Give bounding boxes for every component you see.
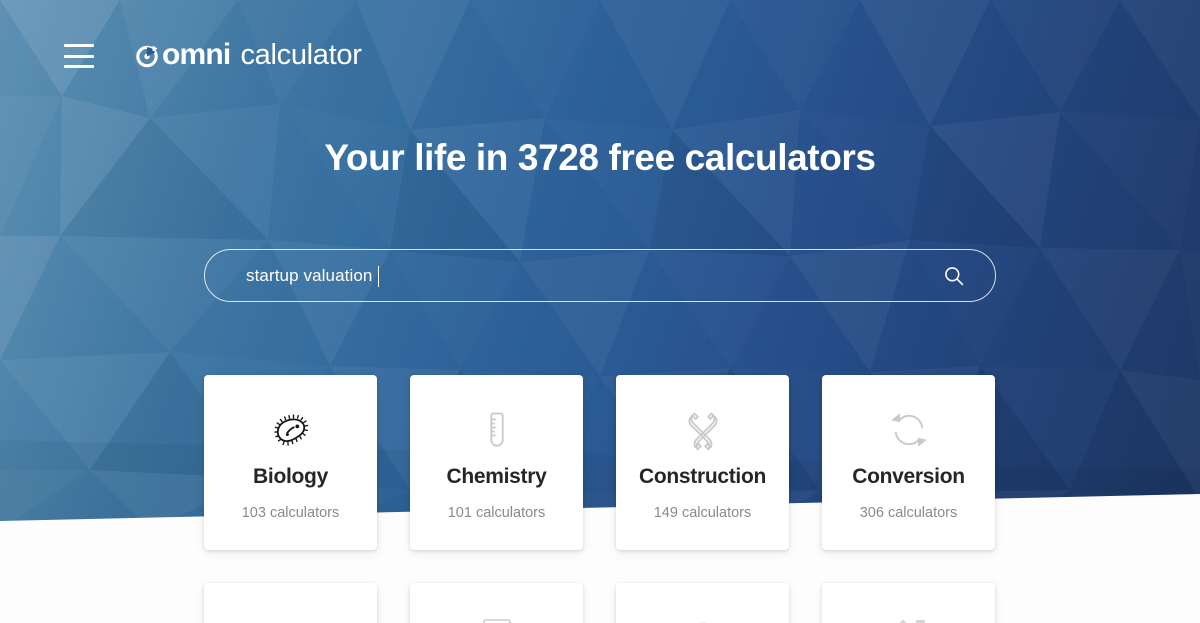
category-title: Conversion xyxy=(852,465,965,488)
brand-logo[interactable]: omni calculator xyxy=(133,40,362,70)
page-headline: Your life in 3728 free calculators xyxy=(324,137,876,178)
text-caret xyxy=(378,266,379,287)
category-card-biology[interactable]: Biology 103 calculators xyxy=(204,375,377,550)
category-card-row2-2[interactable] xyxy=(410,583,583,623)
category-title: Chemistry xyxy=(446,465,547,488)
search-submit-button[interactable] xyxy=(921,250,995,301)
category-card-construction[interactable]: Construction 149 calculators xyxy=(616,375,789,550)
category-card-conversion[interactable]: Conversion 306 calculators xyxy=(822,375,995,550)
category-title: Biology xyxy=(253,465,328,488)
search-box[interactable] xyxy=(204,249,996,302)
refresh-arrows-icon xyxy=(887,399,931,461)
omni-calculator-homepage: omni calculator Your life in 3728 free c… xyxy=(0,0,1200,623)
menu-bar-2 xyxy=(64,54,94,58)
menu-bar-3 xyxy=(64,65,94,68)
leaf-icon xyxy=(271,607,311,623)
coins-icon xyxy=(682,607,724,623)
omni-circle-logo-icon xyxy=(136,45,158,68)
category-count: 103 calculators xyxy=(241,505,340,522)
search-area xyxy=(204,249,996,302)
brand-name-omni: omni xyxy=(162,38,231,71)
brand-name-calculator: calculator xyxy=(240,38,362,71)
hamburger-menu-icon[interactable] xyxy=(64,44,94,68)
category-title: Construction xyxy=(638,465,767,488)
bacteria-icon xyxy=(271,399,311,461)
category-count: 306 calculators xyxy=(859,505,958,522)
category-card-chemistry[interactable]: Chemistry 101 calculators xyxy=(410,375,583,550)
search-icon xyxy=(945,266,964,285)
category-card-row2-3[interactable] xyxy=(616,583,789,623)
category-count: 149 calculators xyxy=(653,505,752,522)
wrenches-icon xyxy=(681,399,725,461)
food-icon xyxy=(887,607,931,623)
search-input[interactable] xyxy=(205,265,921,286)
test-tube-icon xyxy=(477,399,517,461)
category-count: 101 calculators xyxy=(447,505,546,522)
calculator-icon xyxy=(479,607,515,623)
category-card-row2-1[interactable] xyxy=(204,583,377,623)
site-header: omni calculator xyxy=(0,0,1200,110)
category-grid: Biology 103 calculators Chemistry 101 ca… xyxy=(204,375,996,623)
category-card-row2-4[interactable] xyxy=(822,583,995,623)
menu-bar-1 xyxy=(64,44,94,47)
